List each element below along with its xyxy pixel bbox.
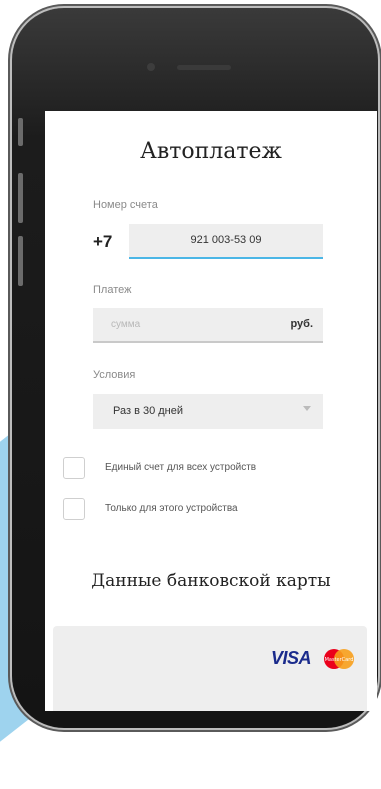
mastercard-logo-icon: MasterCard — [324, 649, 354, 669]
mastercard-text: MasterCard — [325, 657, 354, 663]
conditions-selected-value: Раз в 30 дней — [113, 405, 184, 417]
this-device-checkbox-label: Только для этого устройства — [105, 503, 238, 514]
account-number-input[interactable]: 921 003-53 09 — [129, 224, 323, 259]
phone-screen: Автоплатеж Номер счета +7 921 003-53 09 … — [45, 111, 377, 711]
chevron-down-icon — [303, 406, 311, 411]
this-device-checkbox[interactable] — [63, 498, 85, 520]
payment-label: Платеж — [93, 284, 132, 296]
account-number-label: Номер счета — [93, 199, 158, 211]
speaker-grille — [177, 65, 231, 70]
volume-down-button — [18, 236, 23, 286]
single-account-checkbox-label: Единый счет для всех устройств — [105, 462, 257, 473]
conditions-label: Условия — [93, 369, 136, 381]
card-section-title: Данные банковской карты — [91, 571, 331, 591]
page-title: Автоплатеж — [140, 139, 282, 164]
card-details-panel: VISA MasterCard — [53, 626, 367, 711]
phone-prefix: +7 — [93, 232, 113, 251]
currency-unit: руб. — [290, 318, 313, 330]
phone-frame: Автоплатеж Номер счета +7 921 003-53 09 … — [12, 8, 378, 728]
single-account-checkbox[interactable] — [63, 457, 85, 479]
visa-logo-icon: VISA — [271, 648, 312, 668]
amount-placeholder: сумма — [111, 319, 141, 330]
payment-amount-input[interactable]: сумма руб. — [93, 308, 323, 343]
front-camera — [147, 63, 155, 71]
account-number-value: 921 003-53 09 — [190, 234, 262, 246]
volume-up-button — [18, 173, 23, 223]
conditions-select[interactable]: Раз в 30 дней — [93, 394, 323, 429]
mute-switch — [18, 118, 23, 146]
